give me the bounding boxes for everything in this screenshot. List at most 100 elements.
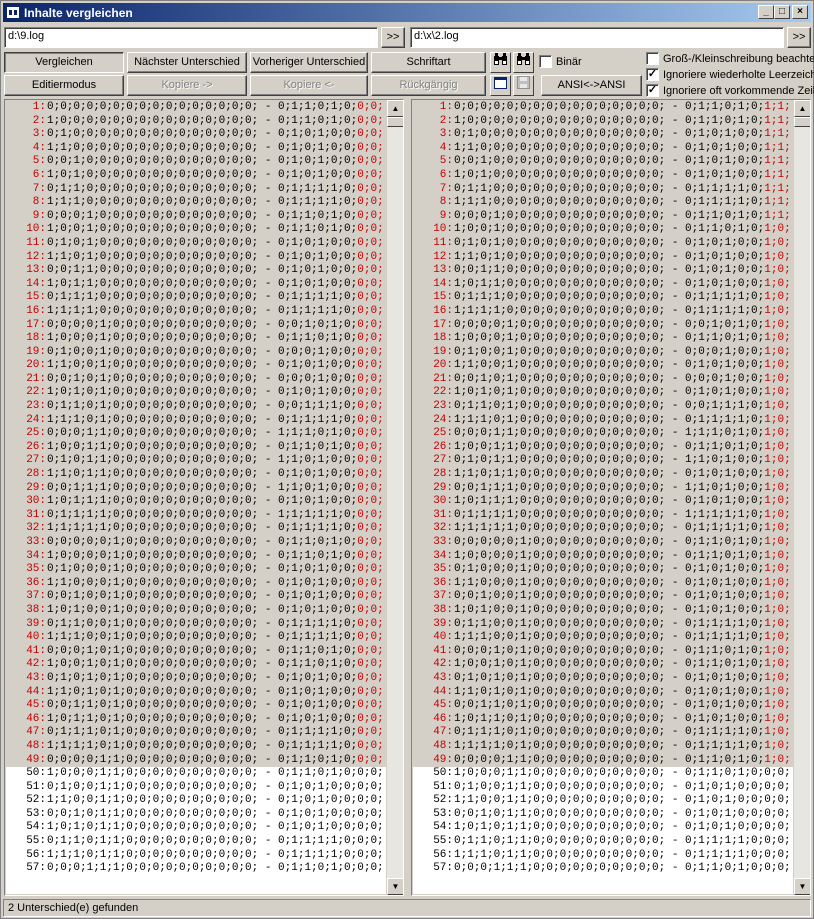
compare-line[interactable]: 27:0;1;0;1;1;0;0;0;0;0;0;0;0;0;0;0; - 1;…	[6, 454, 386, 469]
compare-line[interactable]: 49:0;0;0;0;1;1;0;0;0;0;0;0;0;0;0;0; - 0;…	[6, 753, 386, 768]
minimize-button[interactable]: _	[758, 5, 774, 19]
find-next-binoculars-icon[interactable]	[513, 52, 534, 73]
compare-line[interactable]: 31:0;1;1;1;1;0;0;0;0;0;0;0;0;0;0;0; - 1;…	[6, 508, 386, 523]
compare-line[interactable]: 16:1;1;1;1;0;0;0;0;0;0;0;0;0;0;0;0; - 0;…	[413, 304, 793, 319]
compare-line[interactable]: 34:1;0;0;0;0;1;0;0;0;0;0;0;0;0;0;0; - 0;…	[413, 549, 793, 564]
compare-line[interactable]: 46:1;0;1;1;0;1;0;0;0;0;0;0;0;0;0;0; - 0;…	[6, 712, 386, 727]
compare-line[interactable]: 16:1;1;1;1;0;0;0;0;0;0;0;0;0;0;0;0; - 0;…	[6, 304, 386, 319]
window-layout-icon[interactable]	[490, 75, 511, 96]
compare-line[interactable]: 10:1;0;0;1;0;0;0;0;0;0;0;0;0;0;0;0; - 0;…	[413, 223, 793, 237]
save-disk-icon[interactable]	[513, 75, 534, 96]
compare-line[interactable]: 23:0;1;1;0;1;0;0;0;0;0;0;0;0;0;0;0; - 0;…	[6, 400, 386, 414]
compare-line[interactable]: 6:1;0;1;0;0;0;0;0;0;0;0;0;0;0;0;0; - 0;1…	[413, 168, 793, 183]
compare-line[interactable]: 19:0;1;0;0;1;0;0;0;0;0;0;0;0;0;0;0; - 0;…	[6, 345, 386, 360]
compare-line[interactable]: 20:1;1;0;0;1;0;0;0;0;0;0;0;0;0;0;0; - 0;…	[413, 359, 793, 373]
compare-line[interactable]: 50:1;0;0;0;1;1;0;0;0;0;0;0;0;0;0;0; - 0;…	[413, 767, 793, 781]
prev-diff-button[interactable]: Vorheriger Unterschied	[250, 52, 368, 73]
compare-line[interactable]: 25:0;0;0;1;1;0;0;0;0;0;0;0;0;0;0;0; - 1;…	[413, 427, 793, 441]
compare-line[interactable]: 33:0;0;0;0;0;1;0;0;0;0;0;0;0;0;0;0; - 0;…	[6, 536, 386, 550]
compare-line[interactable]: 11:0;1;0;1;0;0;0;0;0;0;0;0;0;0;0;0; - 0;…	[413, 236, 793, 251]
compare-line[interactable]: 38:1;0;1;0;0;1;0;0;0;0;0;0;0;0;0;0; - 0;…	[413, 603, 793, 618]
compare-line[interactable]: 44:1;1;0;1;0;1;0;0;0;0;0;0;0;0;0;0; - 0;…	[6, 685, 386, 700]
compare-line[interactable]: 42:1;0;0;1;0;1;0;0;0;0;0;0;0;0;0;0; - 0;…	[413, 658, 793, 672]
right-scroll-up-button[interactable]: ▲	[794, 100, 810, 117]
right-path-input[interactable]: d:\x\2.log	[410, 27, 784, 48]
case-sensitive-checkbox[interactable]: Groß-/Kleinschreibung beachten	[646, 52, 814, 65]
compare-line[interactable]: 13:0;0;1;1;0;0;0;0;0;0;0;0;0;0;0;0; - 0;…	[6, 264, 386, 278]
compare-line[interactable]: 17:0;0;0;0;1;0;0;0;0;0;0;0;0;0;0;0; - 0;…	[6, 318, 386, 333]
left-scroll-up-button[interactable]: ▲	[387, 100, 403, 117]
compare-line[interactable]: 2:1;0;0;0;0;0;0;0;0;0;0;0;0;0;0;0; - 0;1…	[413, 114, 793, 129]
close-button[interactable]: ×	[792, 5, 808, 19]
compare-line[interactable]: 37:0;0;1;0;0;1;0;0;0;0;0;0;0;0;0;0; - 0;…	[6, 590, 386, 604]
compare-line[interactable]: 7:0;1;1;0;0;0;0;0;0;0;0;0;0;0;0;0; - 0;1…	[413, 182, 793, 197]
compare-line[interactable]: 17:0;0;0;0;1;0;0;0;0;0;0;0;0;0;0;0; - 0;…	[413, 318, 793, 333]
compare-line[interactable]: 33:0;0;0;0;0;1;0;0;0;0;0;0;0;0;0;0; - 0;…	[413, 536, 793, 550]
right-scroll-down-button[interactable]: ▼	[794, 878, 810, 895]
compare-line[interactable]: 31:0;1;1;1;1;0;0;0;0;0;0;0;0;0;0;0; - 1;…	[413, 508, 793, 523]
compare-line[interactable]: 29:0;0;1;1;1;0;0;0;0;0;0;0;0;0;0;0; - 1;…	[6, 481, 386, 496]
compare-line[interactable]: 24:1;1;1;0;1;0;0;0;0;0;0;0;0;0;0;0; - 0;…	[413, 413, 793, 428]
compare-line[interactable]: 55:0;1;1;0;1;1;0;0;0;0;0;0;0;0;0;0; - 0;…	[6, 835, 386, 849]
compare-line[interactable]: 41:0;0;0;1;0;1;0;0;0;0;0;0;0;0;0;0; - 0;…	[413, 644, 793, 659]
compare-line[interactable]: 54:1;0;1;0;1;1;0;0;0;0;0;0;0;0;0;0; - 0;…	[413, 821, 793, 835]
compare-line[interactable]: 44:1;1;0;1;0;1;0;0;0;0;0;0;0;0;0;0; - 0;…	[413, 685, 793, 700]
compare-line[interactable]: 26:1;0;0;1;1;0;0;0;0;0;0;0;0;0;0;0; - 0;…	[413, 440, 793, 455]
compare-line[interactable]: 14:1;0;1;1;0;0;0;0;0;0;0;0;0;0;0;0; - 0;…	[6, 277, 386, 292]
compare-line[interactable]: 52:1;1;0;0;1;1;0;0;0;0;0;0;0;0;0;0; - 0;…	[6, 794, 386, 808]
compare-line[interactable]: 1:0;0;0;0;0;0;0;0;0;0;0;0;0;0;0;0; - 0;1…	[413, 101, 793, 115]
compare-line[interactable]: 13:0;0;1;1;0;0;0;0;0;0;0;0;0;0;0;0; - 0;…	[413, 264, 793, 278]
compare-line[interactable]: 45:0;0;1;1;0;1;0;0;0;0;0;0;0;0;0;0; - 0;…	[6, 699, 386, 713]
compare-line[interactable]: 32:1;1;1;1;1;0;0;0;0;0;0;0;0;0;0;0; - 0;…	[6, 522, 386, 536]
left-path-input[interactable]: d:\9.log	[4, 27, 378, 48]
compare-line[interactable]: 2:1;0;0;0;0;0;0;0;0;0;0;0;0;0;0;0; - 0;1…	[6, 114, 386, 129]
left-path-browse-button[interactable]: >>	[381, 27, 405, 48]
compare-line[interactable]: 57:0;0;0;1;1;1;0;0;0;0;0;0;0;0;0;0; - 0;…	[413, 862, 793, 876]
compare-line[interactable]: 47:0;1;1;1;0;1;0;0;0;0;0;0;0;0;0;0; - 0;…	[6, 726, 386, 740]
compare-line[interactable]: 21:0;0;1;0;1;0;0;0;0;0;0;0;0;0;0;0; - 0;…	[413, 372, 793, 387]
compare-line[interactable]: 15:0;1;1;1;0;0;0;0;0;0;0;0;0;0;0;0; - 0;…	[413, 291, 793, 305]
compare-line[interactable]: 18:1;0;0;0;1;0;0;0;0;0;0;0;0;0;0;0; - 0;…	[413, 332, 793, 346]
compare-line[interactable]: 25:0;0;0;1;1;0;0;0;0;0;0;0;0;0;0;0; - 1;…	[6, 427, 386, 441]
case-sensitive-checkbox-box[interactable]	[646, 52, 659, 65]
compare-line[interactable]: 8:1;1;1;0;0;0;0;0;0;0;0;0;0;0;0;0; - 0;1…	[6, 196, 386, 210]
compare-line[interactable]: 48:1;1;1;1;0;1;0;0;0;0;0;0;0;0;0;0; - 0;…	[6, 739, 386, 754]
compare-line[interactable]: 7:0;1;1;0;0;0;0;0;0;0;0;0;0;0;0;0; - 0;1…	[6, 182, 386, 197]
compare-line[interactable]: 14:1;0;1;1;0;0;0;0;0;0;0;0;0;0;0;0; - 0;…	[413, 277, 793, 292]
compare-line[interactable]: 56:1;1;1;0;1;1;0;0;0;0;0;0;0;0;0;0; - 0;…	[413, 849, 793, 863]
compare-line[interactable]: 8:1;1;1;0;0;0;0;0;0;0;0;0;0;0;0;0; - 0;1…	[413, 196, 793, 210]
left-scroll-down-button[interactable]: ▼	[387, 878, 403, 895]
compare-line[interactable]: 3:0;1;0;0;0;0;0;0;0;0;0;0;0;0;0;0; - 0;1…	[6, 128, 386, 142]
compare-line[interactable]: 12:1;1;0;1;0;0;0;0;0;0;0;0;0;0;0;0; - 0;…	[6, 250, 386, 265]
compare-line[interactable]: 43:0;1;0;1;0;1;0;0;0;0;0;0;0;0;0;0; - 0;…	[413, 671, 793, 686]
font-button[interactable]: Schriftart	[371, 52, 486, 73]
compare-line[interactable]: 36:1;1;0;0;0;1;0;0;0;0;0;0;0;0;0;0; - 0;…	[6, 576, 386, 591]
right-text-area[interactable]: 1:0;0;0;0;0;0;0;0;0;0;0;0;0;0;0;0; - 0;1…	[413, 101, 793, 894]
compare-line[interactable]: 48:1;1;1;1;0;1;0;0;0;0;0;0;0;0;0;0; - 0;…	[413, 739, 793, 754]
maximize-button[interactable]: □	[774, 5, 790, 19]
compare-line[interactable]: 12:1;1;0;1;0;0;0;0;0;0;0;0;0;0;0;0; - 0;…	[413, 250, 793, 265]
compare-line[interactable]: 45:0;0;1;1;0;1;0;0;0;0;0;0;0;0;0;0; - 0;…	[413, 699, 793, 713]
compare-line[interactable]: 35:0;1;0;0;0;1;0;0;0;0;0;0;0;0;0;0; - 0;…	[413, 563, 793, 577]
compare-line[interactable]: 41:0;0;0;1;0;1;0;0;0;0;0;0;0;0;0;0; - 0;…	[6, 644, 386, 659]
compare-line[interactable]: 30:1;0;1;1;1;0;0;0;0;0;0;0;0;0;0;0; - 0;…	[413, 495, 793, 509]
edit-mode-button[interactable]: Editiermodus	[4, 75, 124, 96]
compare-line[interactable]: 40:1;1;1;0;0;1;0;0;0;0;0;0;0;0;0;0; - 0;…	[6, 631, 386, 645]
compare-line[interactable]: 27:0;1;0;1;1;0;0;0;0;0;0;0;0;0;0;0; - 1;…	[413, 454, 793, 469]
compare-line[interactable]: 35:0;1;0;0;0;1;0;0;0;0;0;0;0;0;0;0; - 0;…	[6, 563, 386, 577]
compare-line[interactable]: 47:0;1;1;1;0;1;0;0;0;0;0;0;0;0;0;0; - 0;…	[413, 726, 793, 740]
compare-line[interactable]: 53:0;0;1;0;1;1;0;0;0;0;0;0;0;0;0;0; - 0;…	[413, 808, 793, 822]
compare-line[interactable]: 29:0;0;1;1;1;0;0;0;0;0;0;0;0;0;0;0; - 1;…	[413, 481, 793, 496]
compare-line[interactable]: 1:0;0;0;0;0;0;0;0;0;0;0;0;0;0;0;0; - 0;1…	[6, 101, 386, 115]
ignore-blanks-checkbox-box[interactable]: ✓	[646, 68, 659, 81]
ignore-frequent-lines-checkbox[interactable]: ✓ Ignoriere oft vorkommende Zeilen	[646, 84, 814, 97]
compare-line[interactable]: 37:0;0;1;0;0;1;0;0;0;0;0;0;0;0;0;0; - 0;…	[413, 590, 793, 604]
compare-line[interactable]: 30:1;0;1;1;1;0;0;0;0;0;0;0;0;0;0;0; - 0;…	[6, 495, 386, 509]
compare-line[interactable]: 57:0;0;0;1;1;1;0;0;0;0;0;0;0;0;0;0; - 0;…	[6, 862, 386, 876]
compare-line[interactable]: 42:1;0;0;1;0;1;0;0;0;0;0;0;0;0;0;0; - 0;…	[6, 658, 386, 672]
compare-line[interactable]: 21:0;0;1;0;1;0;0;0;0;0;0;0;0;0;0;0; - 0;…	[6, 372, 386, 387]
ignore-blanks-checkbox[interactable]: ✓ Ignoriere wiederholte Leerzeichen	[646, 68, 814, 81]
compare-line[interactable]: 50:1;0;0;0;1;1;0;0;0;0;0;0;0;0;0;0; - 0;…	[6, 767, 386, 781]
compare-line[interactable]: 32:1;1;1;1;1;0;0;0;0;0;0;0;0;0;0;0; - 0;…	[413, 522, 793, 536]
compare-line[interactable]: 56:1;1;1;0;1;1;0;0;0;0;0;0;0;0;0;0; - 0;…	[6, 849, 386, 863]
